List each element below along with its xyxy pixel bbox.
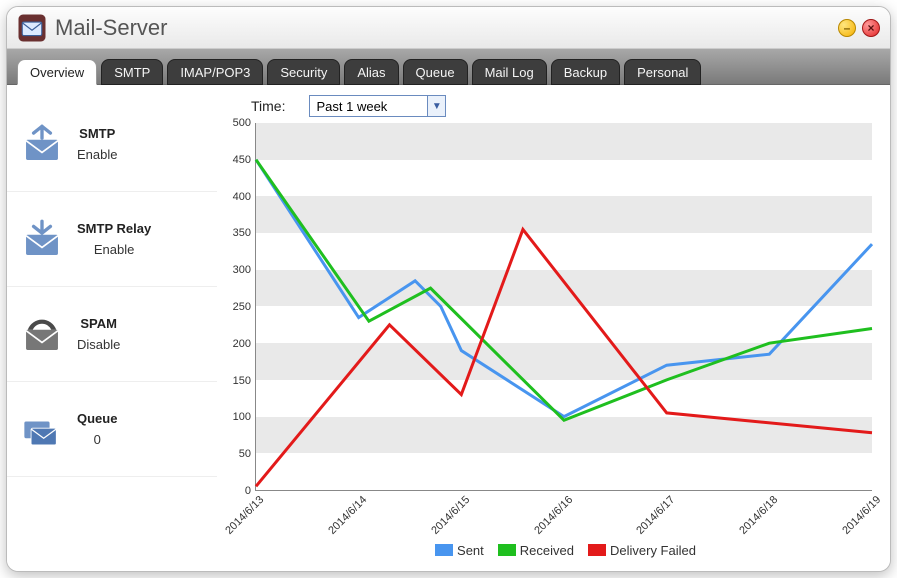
sidebar-item-queue[interactable]: Queue 0 — [7, 382, 217, 477]
app-window: Mail-Server – × OverviewSMTPIMAP/POP3Sec… — [6, 6, 891, 572]
x-axis: 2014/6/132014/6/142014/6/152014/6/162014… — [255, 491, 872, 537]
x-tick-label: 2014/6/16 — [532, 494, 575, 537]
legend-label: Received — [520, 543, 574, 558]
sidebar: SMTP Enable SMTP Relay Enable SPAM Disable Que… — [7, 85, 217, 571]
titlebar: Mail-Server – × — [7, 7, 890, 49]
y-tick-label: 0 — [221, 485, 251, 497]
tab-alias[interactable]: Alias — [344, 59, 398, 85]
series-line-received — [256, 160, 872, 421]
legend-item-received: Received — [498, 543, 574, 558]
plot-area — [255, 123, 872, 491]
sidebar-item-spam[interactable]: SPAM Disable — [7, 287, 217, 382]
legend-item-sent: Sent — [435, 543, 484, 558]
close-button[interactable]: × — [862, 19, 880, 37]
mail-app-icon — [17, 13, 47, 43]
smtp-out-icon — [21, 123, 63, 165]
legend-swatch — [435, 544, 453, 556]
legend-label: Sent — [457, 543, 484, 558]
series-line-sent — [256, 160, 872, 417]
y-tick-label: 400 — [221, 191, 251, 203]
legend-item-delivery-failed: Delivery Failed — [588, 543, 696, 558]
dropdown-icon: ▼ — [427, 96, 445, 116]
tab-queue[interactable]: Queue — [403, 59, 468, 85]
app-title: Mail-Server — [55, 15, 832, 41]
time-select-value: Past 1 week — [310, 99, 427, 114]
legend: Sent Received Delivery Failed — [255, 539, 876, 561]
x-tick-label: 2014/6/18 — [737, 494, 780, 537]
x-tick-label: 2014/6/17 — [635, 494, 678, 537]
legend-swatch — [498, 544, 516, 556]
sidebar-item-label: SMTP Relay — [77, 221, 151, 236]
tab-backup[interactable]: Backup — [551, 59, 620, 85]
y-tick-label: 350 — [221, 227, 251, 239]
series-line-delivery-failed — [256, 229, 872, 486]
tab-smtp[interactable]: SMTP — [101, 59, 163, 85]
minimize-button[interactable]: – — [838, 19, 856, 37]
y-tick-label: 100 — [221, 411, 251, 423]
sidebar-item-value: Disable — [77, 337, 120, 352]
sidebar-item-value: Enable — [77, 147, 117, 162]
sidebar-item-label: SPAM — [80, 316, 117, 331]
tab-security[interactable]: Security — [267, 59, 340, 85]
main-panel: Time: Past 1 week ▼ 0 50 100 150 200 250 300 35… — [217, 85, 890, 571]
time-select[interactable]: Past 1 week ▼ — [309, 95, 446, 117]
x-tick-label: 2014/6/14 — [326, 494, 369, 537]
content-area: SMTP Enable SMTP Relay Enable SPAM Disable Que… — [7, 85, 890, 571]
chart-lines — [256, 123, 872, 490]
y-axis: 050100150200250300350400450500 — [221, 123, 255, 491]
x-tick-label: 2014/6/15 — [429, 494, 472, 537]
sidebar-item-smtp[interactable]: SMTP Enable — [7, 97, 217, 192]
tab-imap-pop3[interactable]: IMAP/POP3 — [167, 59, 263, 85]
y-tick-label: 250 — [221, 301, 251, 313]
smtp-relay-icon — [21, 218, 63, 260]
chart: 050100150200250300350400450500 2014/6/13… — [221, 123, 876, 561]
y-tick-label: 200 — [221, 338, 251, 350]
y-tick-label: 500 — [221, 117, 251, 129]
tab-overview[interactable]: Overview — [17, 59, 97, 85]
y-tick-label: 50 — [221, 448, 251, 460]
x-tick-label: 2014/6/19 — [840, 494, 883, 537]
y-tick-label: 150 — [221, 375, 251, 387]
time-label: Time: — [251, 98, 285, 114]
x-tick-label: 2014/6/13 — [223, 494, 266, 537]
tab-mail-log[interactable]: Mail Log — [472, 59, 547, 85]
queue-icon — [21, 408, 63, 450]
spam-icon — [21, 313, 63, 355]
sidebar-item-label: SMTP — [79, 126, 115, 141]
sidebar-item-value: Enable — [94, 242, 134, 257]
tab-personal[interactable]: Personal — [624, 59, 701, 85]
y-tick-label: 450 — [221, 154, 251, 166]
legend-swatch — [588, 544, 606, 556]
sidebar-item-label: Queue — [77, 411, 117, 426]
time-filter-row: Time: Past 1 week ▼ — [251, 95, 876, 117]
y-tick-label: 300 — [221, 264, 251, 276]
sidebar-item-value: 0 — [94, 432, 101, 447]
legend-label: Delivery Failed — [610, 543, 696, 558]
sidebar-item-smtp-relay[interactable]: SMTP Relay Enable — [7, 192, 217, 287]
tabs-bar: OverviewSMTPIMAP/POP3SecurityAliasQueueM… — [7, 49, 890, 85]
